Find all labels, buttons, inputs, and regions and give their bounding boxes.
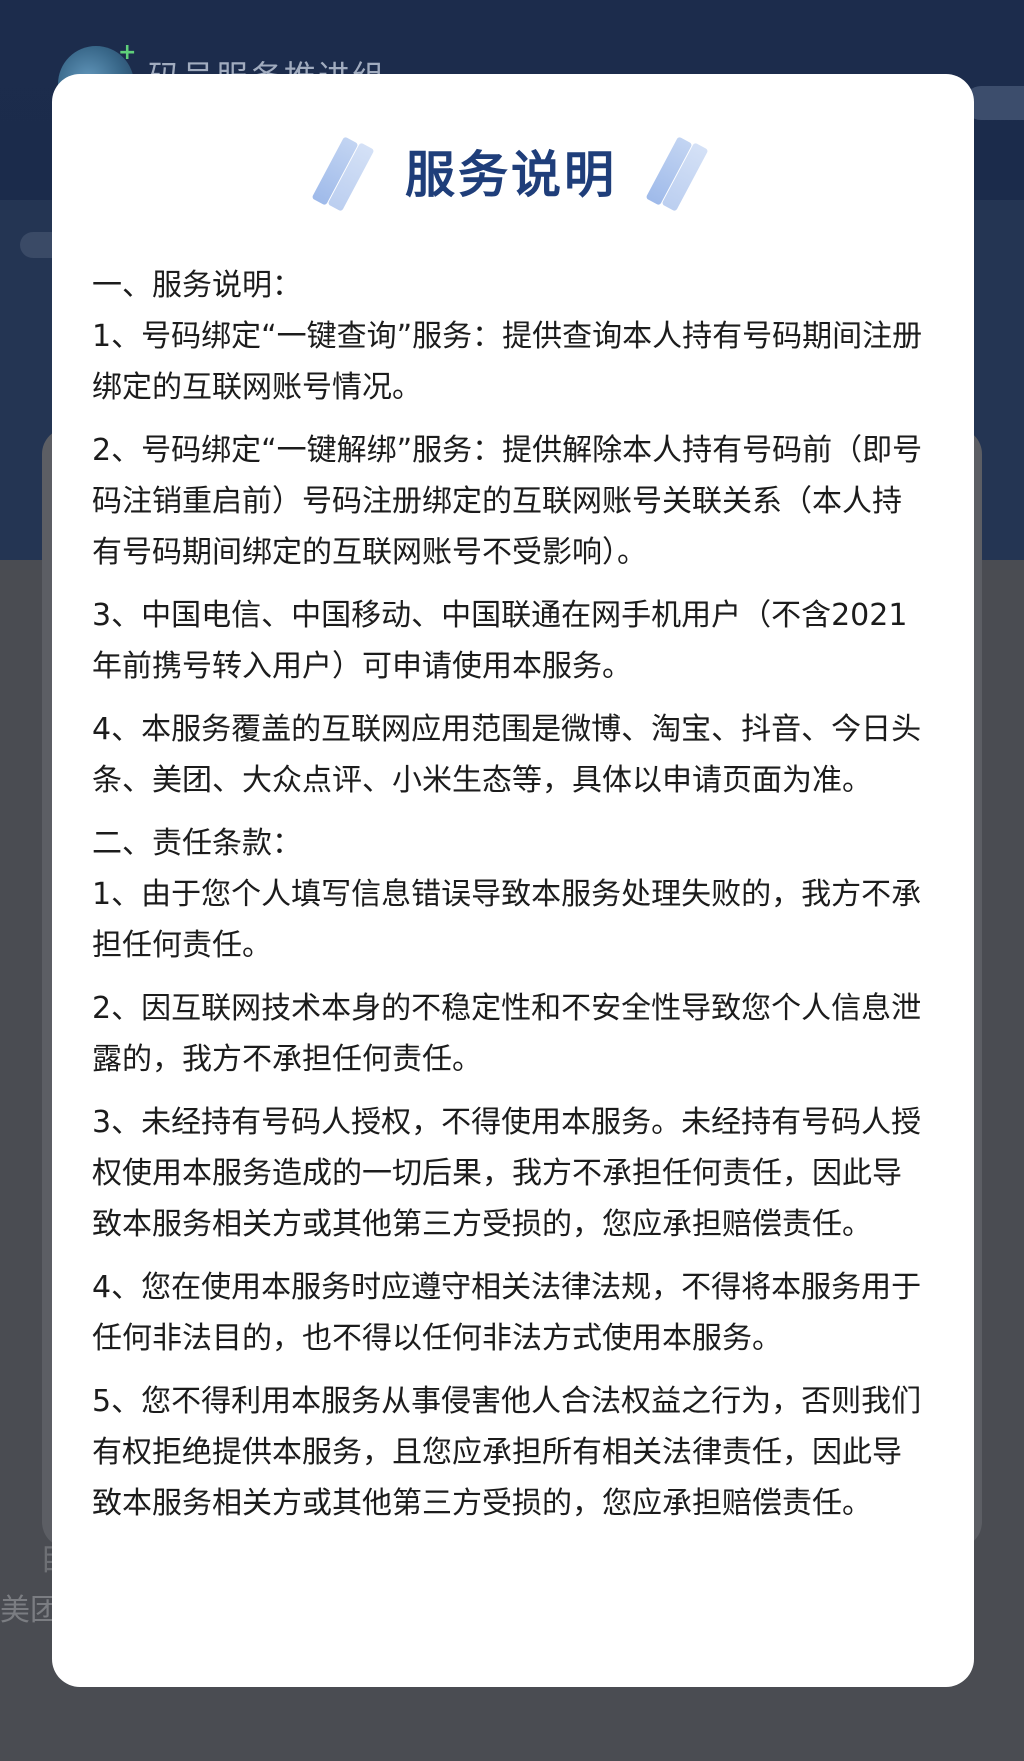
modal-content[interactable]: 一、服务说明： 1、号码绑定“一键查询”服务：提供查询本人持有号码期间注册绑定的… — [92, 260, 930, 1529]
modal-title: 服务说明 — [405, 146, 617, 204]
section-heading: 一、服务说明： — [92, 268, 302, 303]
service-item: 3、中国电信、中国移动、中国联通在网手机用户（不含2021年前携号转入用户）可申… — [92, 598, 908, 684]
section-heading: 二、责任条款： — [92, 826, 302, 861]
liability-item: 3、未经持有号码人授权，不得使用本服务。未经持有号码人授权使用本服务造成的一切后… — [92, 1105, 922, 1242]
liability-item: 2、因互联网技术本身的不稳定性和不安全性导致您个人信息泄露的，我方不承担任何责任… — [92, 991, 922, 1077]
service-item: 4、本服务覆盖的互联网应用范围是微博、淘宝、抖音、今日头条、美团、大众点评、小米… — [92, 712, 922, 798]
liability-item: 1、由于您个人填写信息错误导致本服务处理失败的，我方不承担任何责任。 — [92, 877, 922, 963]
liability-item: 4、您在使用本服务时应遵守相关法律法规，不得将本服务用于任何非法目的，也不得以任… — [92, 1270, 922, 1356]
decoration-left-icon — [311, 136, 375, 212]
service-item: 2、号码绑定“一键解绑”服务：提供解除本人持有号码前（即号码注销重启前）号码注册… — [92, 433, 923, 570]
decoration-right-icon — [645, 136, 709, 212]
liability-item: 5、您不得利用本服务从事侵害他人合法权益之行为，否则我们有权拒绝提供本服务，且您… — [92, 1384, 922, 1521]
background-text: 美团 — [0, 1593, 60, 1628]
service-description-modal: 服务说明 一、服务说明： 1、号码绑定“一键查询”服务：提供查询本人持有号码期间… — [52, 74, 974, 1687]
plus-icon: + — [118, 40, 137, 65]
modal-header: 服务说明 — [92, 128, 930, 214]
service-item: 1、号码绑定“一键查询”服务：提供查询本人持有号码期间注册绑定的互联网账号情况。 — [92, 319, 923, 405]
